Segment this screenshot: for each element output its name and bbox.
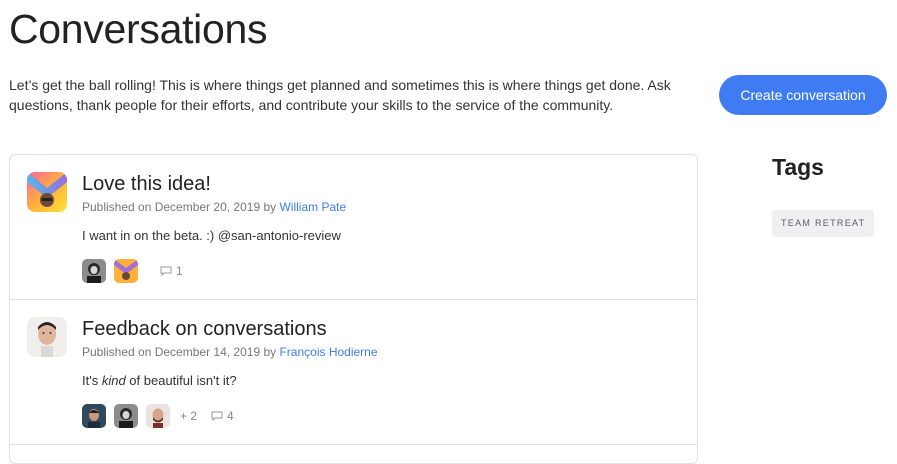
avatar-man-photo[interactable]	[27, 317, 67, 357]
body-text: It's	[82, 373, 102, 388]
author-link[interactable]: William Pate	[279, 200, 346, 214]
author-link[interactable]: François Hodierne	[279, 345, 377, 359]
avatar-man-beard[interactable]	[146, 404, 170, 428]
avatar-gradient-logo[interactable]	[114, 259, 138, 283]
conversation-meta: Published on December 20, 2019 by Willia…	[82, 200, 346, 214]
page-title: Conversations	[9, 6, 268, 52]
comment-count: 4	[227, 409, 234, 423]
tags-heading: Tags	[772, 154, 824, 180]
body-emphasis: kind	[101, 373, 126, 388]
conversation-item[interactable]: Feedback on conversations Published on D…	[10, 300, 697, 445]
avatar-man-dark[interactable]	[82, 404, 106, 428]
conversation-footer: 1	[82, 259, 183, 283]
published-date: Published on December 20, 2019 by	[82, 200, 280, 214]
conversation-list: Love this idea! Published on December 20…	[9, 154, 698, 464]
conversation-body: It's kind of beautiful isn't it?	[82, 373, 237, 388]
conversation-footer: + 2 4	[82, 404, 234, 428]
conversation-title[interactable]: Feedback on conversations	[82, 318, 327, 341]
extra-participants: + 2	[180, 409, 198, 423]
avatar-woman-bw[interactable]	[114, 404, 138, 428]
avatar-gradient-logo[interactable]	[27, 172, 67, 212]
body-text: of beautiful isn't it?	[125, 373, 237, 388]
comment-count: 1	[176, 264, 183, 278]
conversation-item[interactable]: Love this idea! Published on December 20…	[10, 155, 697, 300]
conversation-body: I want in on the beta. :) @san-antonio-r…	[82, 228, 341, 243]
published-date: Published on December 14, 2019 by	[82, 345, 280, 359]
create-conversation-button[interactable]: Create conversation	[719, 75, 887, 115]
avatar-woman-bw[interactable]	[82, 259, 106, 283]
comment-icon	[160, 266, 172, 276]
comment-icon	[211, 411, 223, 421]
conversation-title[interactable]: Love this idea!	[82, 173, 211, 196]
tag-team-retreat[interactable]: TEAM RETREAT	[772, 210, 875, 237]
conversation-meta: Published on December 14, 2019 by Franço…	[82, 345, 378, 359]
page-intro: Let’s get the ball rolling! This is wher…	[9, 77, 671, 113]
